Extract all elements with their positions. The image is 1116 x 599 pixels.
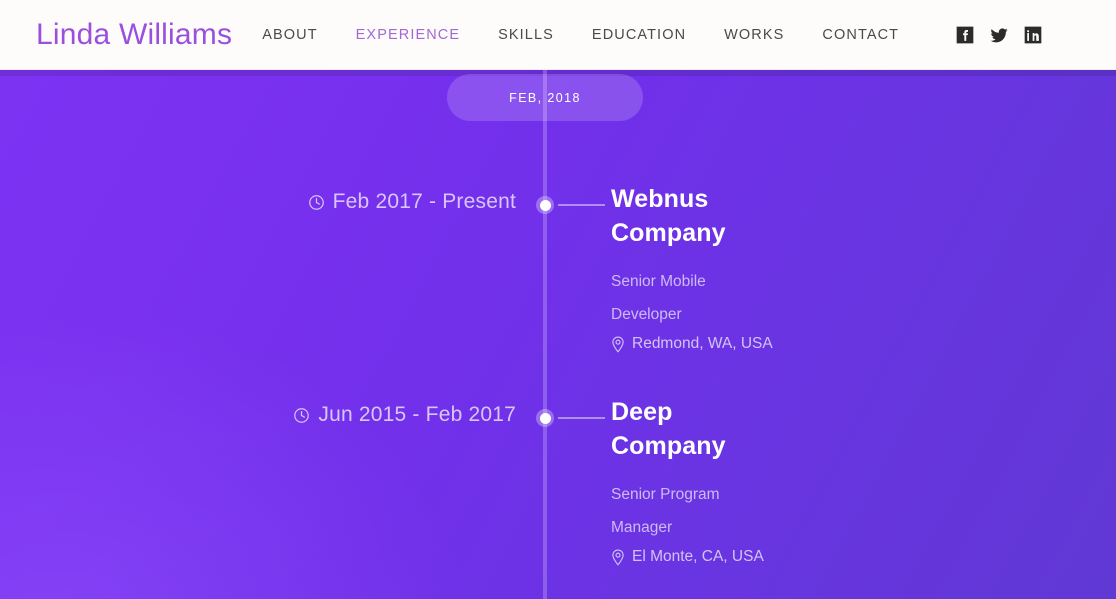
entry-body: Deep Company Senior Program Manager El M… xyxy=(611,395,911,566)
nav-item-contact[interactable]: CONTACT xyxy=(822,21,899,49)
entry-location-text: El Monte, CA, USA xyxy=(632,548,764,565)
clock-icon xyxy=(294,407,310,423)
timeline-spine xyxy=(543,70,547,599)
brand-logo[interactable]: Linda Williams xyxy=(36,18,232,52)
timeline-date-badge[interactable]: FEB, 2018 xyxy=(447,74,643,121)
entry-date: Jun 2015 - Feb 2017 xyxy=(293,403,516,427)
entry-role: Senior Mobile Developer xyxy=(611,273,706,323)
map-pin-icon xyxy=(612,335,624,353)
site-header: Linda Williams ABOUT EXPERIENCE SKILLS E… xyxy=(0,0,1116,70)
entry-body: Webnus Company Senior Mobile Developer R… xyxy=(611,182,911,353)
nav-item-experience[interactable]: EXPERIENCE xyxy=(356,21,460,49)
timeline-marker-dot[interactable] xyxy=(536,196,554,214)
nav-item-about[interactable]: ABOUT xyxy=(262,21,317,49)
timeline-connector-line xyxy=(558,204,605,206)
entry-location-text: Redmond, WA, USA xyxy=(632,335,773,352)
twitter-icon[interactable] xyxy=(989,25,1009,45)
entry-company-title: Deep Company xyxy=(611,398,726,460)
entry-location: El Monte, CA, USA xyxy=(611,548,911,566)
linkedin-icon[interactable] xyxy=(1023,25,1043,45)
entry-location: Redmond, WA, USA xyxy=(611,335,911,353)
timeline-date-badge-label: FEB, 2018 xyxy=(509,90,581,105)
main-navigation: ABOUT EXPERIENCE SKILLS EDUCATION WORKS … xyxy=(262,21,937,49)
social-links xyxy=(955,25,1043,45)
experience-section: FEB, 2018 Feb 2017 - Present Webnus Comp… xyxy=(0,70,1116,599)
timeline-connector-line xyxy=(558,417,605,419)
entry-company-title: Webnus Company xyxy=(611,185,726,247)
map-pin-icon xyxy=(612,548,624,566)
timeline-marker-dot[interactable] xyxy=(536,409,554,427)
clock-icon xyxy=(308,194,324,210)
entry-role: Senior Program Manager xyxy=(611,486,720,536)
nav-item-works[interactable]: WORKS xyxy=(724,21,784,49)
nav-item-skills[interactable]: SKILLS xyxy=(498,21,554,49)
resume-page: Linda Williams ABOUT EXPERIENCE SKILLS E… xyxy=(0,0,1116,599)
entry-date-text: Feb 2017 - Present xyxy=(332,190,516,213)
facebook-icon[interactable] xyxy=(955,25,975,45)
nav-item-education[interactable]: EDUCATION xyxy=(592,21,686,49)
background-glow xyxy=(0,299,480,599)
entry-date: Feb 2017 - Present xyxy=(308,190,516,214)
entry-date-text: Jun 2015 - Feb 2017 xyxy=(318,403,516,426)
